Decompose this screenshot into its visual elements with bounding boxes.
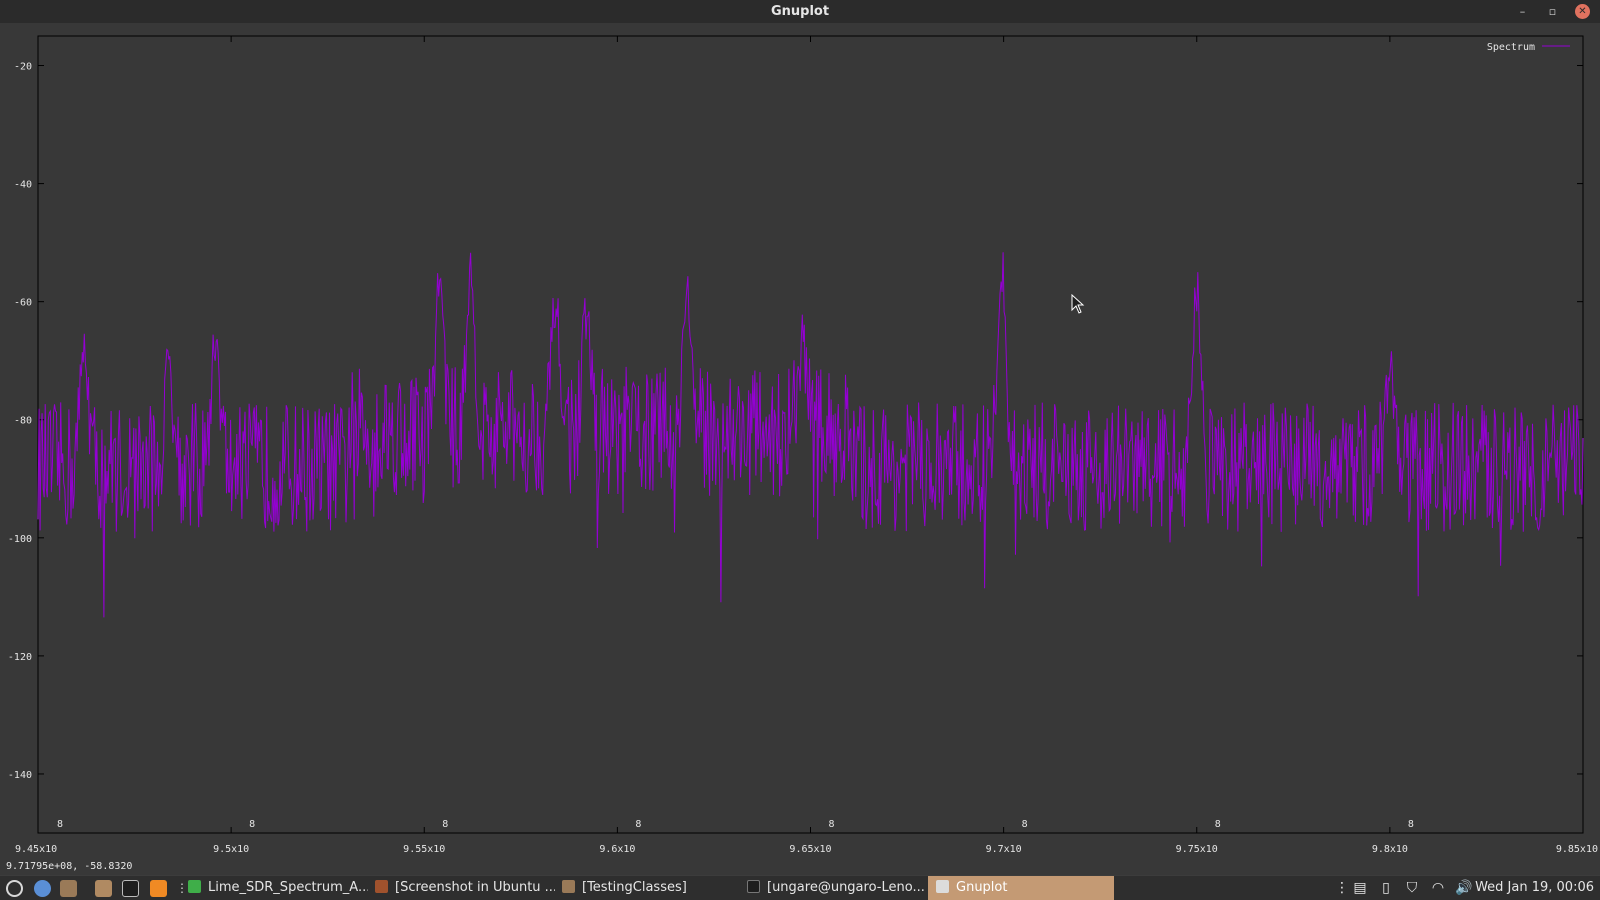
folder-task-icon	[562, 880, 575, 893]
taskbar: ⋮ Lime_SDR_Spectrum_A... [Screenshot in …	[0, 875, 1600, 900]
clock[interactable]: Wed Jan 19, 00:06	[1475, 876, 1594, 900]
x-tick-exponent: 8	[1408, 819, 1414, 830]
y-tick-label: -20	[14, 62, 32, 73]
y-tick-label: -80	[14, 416, 32, 427]
window-title: Gnuplot	[770, 4, 830, 19]
x-tick-label: 9.75x10	[1176, 844, 1218, 855]
wifi-icon[interactable]: ◠	[1428, 876, 1448, 900]
close-icon[interactable]: ✕	[1575, 4, 1590, 19]
menu-icon[interactable]	[6, 880, 23, 897]
qt-app-icon	[188, 880, 201, 893]
x-tick-exponent: 8	[57, 819, 63, 830]
terminal-icon[interactable]	[122, 880, 139, 897]
more-vertical-icon[interactable]: ⋮	[176, 880, 188, 897]
legend: Spectrum	[1487, 42, 1570, 53]
y-tick-label: -40	[14, 180, 32, 191]
plot-area[interactable]: -20 -40 -60 -80 -100 -120 -140 9.45x10 8 9.5x10 8…	[0, 23, 1600, 875]
gnuplot-task-icon	[936, 880, 949, 893]
y-tick-label: -120	[8, 652, 32, 663]
x-tick-exponent: 8	[442, 819, 448, 830]
x-tick-label: 9.7x10	[986, 844, 1022, 855]
spectrum-plot[interactable]: -20 -40 -60 -80 -100 -120 -140 9.45x10 8 9.5x10 8…	[0, 23, 1600, 875]
minimize-icon[interactable]: –	[1515, 4, 1530, 19]
x-tick-label: 9.5x10	[213, 844, 249, 855]
x-tick-label: 9.55x10	[403, 844, 445, 855]
task-lime-sdr[interactable]: Lime_SDR_Spectrum_A...	[188, 876, 368, 900]
tray-more-icon[interactable]: ⋮	[1335, 876, 1349, 900]
x-tick-exponent: 8	[249, 819, 255, 830]
x-tick-label: 9.65x10	[789, 844, 831, 855]
mouse-cursor-icon	[1071, 294, 1085, 314]
screenshot-app-icon	[375, 880, 388, 893]
restore-icon[interactable]: ▫	[1545, 4, 1560, 19]
y-tick-label: -60	[14, 298, 32, 309]
x-tick-label: 9.8x10	[1372, 844, 1408, 855]
window-titlebar[interactable]: Gnuplot – ▫ ✕	[0, 0, 1600, 23]
volume-icon[interactable]: 🔊	[1454, 876, 1474, 900]
task-terminal[interactable]: [ungare@ungaro-Leno...	[747, 876, 927, 900]
firefox-icon[interactable]	[150, 880, 167, 897]
plot-border	[37, 35, 1584, 834]
legend-label: Spectrum	[1487, 42, 1535, 53]
x-tick-exponent: 8	[635, 819, 641, 830]
x-tick-label: 9.45x10	[15, 844, 57, 855]
task-testing-classes[interactable]: [TestingClasses]	[562, 876, 732, 900]
browser-icon[interactable]	[34, 880, 51, 897]
x-tick-exponent: 8	[1215, 819, 1221, 830]
terminal-task-icon	[747, 880, 760, 893]
clipboard-icon[interactable]: ▤	[1350, 876, 1370, 900]
y-tick-label: -140	[8, 770, 32, 781]
spectrum-series-line	[37, 252, 1584, 618]
folder-icon[interactable]	[95, 880, 112, 897]
x-tick-exponent: 8	[1022, 819, 1028, 830]
battery-icon[interactable]: ▯	[1376, 876, 1396, 900]
files-icon[interactable]	[60, 880, 77, 897]
y-tick-label: -100	[8, 534, 32, 545]
x-tick-label: 9.85x10	[1556, 844, 1598, 855]
coordinate-readout: 9.71795e+08, -58.8320	[6, 861, 133, 872]
x-tick-exponent: 8	[828, 819, 834, 830]
task-screenshot[interactable]: [Screenshot in Ubuntu ...	[375, 876, 555, 900]
task-gnuplot[interactable]: Gnuplot	[928, 876, 1114, 900]
x-tick-label: 9.6x10	[599, 844, 635, 855]
shield-icon[interactable]: ⛉	[1402, 876, 1422, 900]
